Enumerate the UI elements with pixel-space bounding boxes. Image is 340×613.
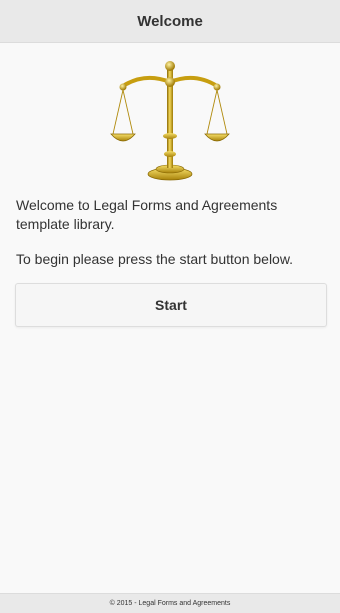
- instruction-text: To begin please press the start button b…: [16, 251, 294, 267]
- page-title: Welcome: [137, 12, 203, 30]
- intro-text: Welcome to Legal Forms and Agreements te…: [16, 197, 278, 232]
- copyright-text: © 2015 - Legal Forms and Agreements: [109, 600, 231, 607]
- header-bar: Welcome: [0, 0, 340, 43]
- footer-bar: © 2015 - Legal Forms and Agreements: [0, 593, 340, 613]
- scales-of-justice-icon: [110, 58, 230, 182]
- welcome-screen: Welcome Welcome to Legal Forms and Agree…: [0, 0, 340, 613]
- start-button[interactable]: Start: [15, 283, 327, 327]
